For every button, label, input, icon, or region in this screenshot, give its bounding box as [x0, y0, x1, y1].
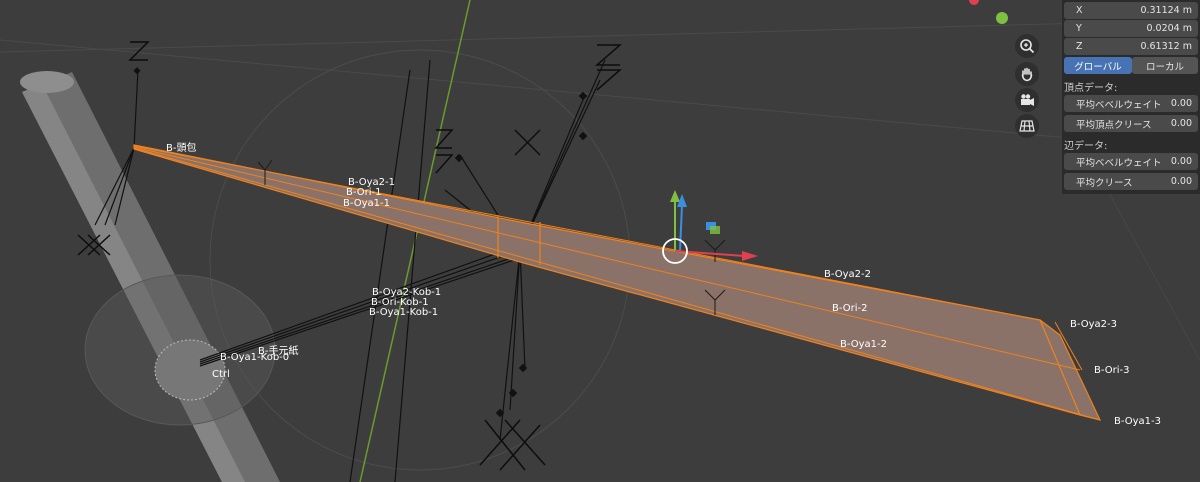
transform-gizmo[interactable] — [662, 190, 758, 264]
edge-crease-label: 平均クリース — [1076, 177, 1133, 189]
bone-label-ori-1: B-Ori-1 — [346, 187, 381, 198]
vertex-crease-field[interactable]: 平均頂点クリース 0.00 — [1064, 115, 1198, 132]
global-space-button[interactable]: グローバル — [1064, 57, 1132, 74]
grid-ortho-icon[interactable] — [1015, 114, 1039, 138]
transform-z-field[interactable]: Z 0.61312 m — [1064, 38, 1198, 55]
zoom-magnifier-icon[interactable] — [1015, 34, 1039, 58]
hand-pan-icon[interactable] — [1015, 62, 1039, 86]
z-value: 0.61312 m — [1140, 41, 1192, 52]
edge-data-heading: 辺データ: — [1064, 141, 1108, 152]
vertex-bevel-weight-label: 平均ベベルウェイト — [1076, 99, 1162, 111]
y-value: 0.0204 m — [1146, 23, 1192, 34]
vertex-crease-label: 平均頂点クリース — [1076, 119, 1152, 131]
vertex-crease-value: 0.00 — [1170, 118, 1192, 129]
edge-crease-value: 0.00 — [1170, 176, 1192, 187]
bone-label-head: B-頭包 — [166, 141, 196, 154]
vertex-bevel-weight-field[interactable]: 平均ベベルウェイト 0.00 — [1064, 95, 1198, 112]
edge-bevel-weight-value: 0.00 — [1170, 156, 1192, 167]
bone-label-ori-2: B-Ori-2 — [832, 303, 867, 314]
x-label: X — [1076, 5, 1083, 16]
bone-label-ori-3: B-Ori-3 — [1094, 365, 1129, 376]
local-space-button[interactable]: ローカル — [1132, 57, 1198, 74]
edge-bevel-weight-label: 平均ベベルウェイト — [1076, 157, 1162, 169]
sidebar-panel: X 0.31124 m Y 0.0204 m Z 0.61312 m グローバル… — [1062, 0, 1200, 194]
bone-label-oya1-2: B-Oya1-2 — [840, 339, 887, 350]
y-label: Y — [1076, 23, 1082, 34]
bone-label-oya1-kob-1: B-Oya1-Kob-1 — [369, 307, 438, 318]
transform-x-field[interactable]: X 0.31124 m — [1064, 2, 1198, 19]
bone-label-oya2-3: B-Oya2-3 — [1070, 319, 1117, 330]
vertex-data-heading: 頂点データ: — [1064, 83, 1118, 94]
camera-icon[interactable] — [1015, 88, 1039, 112]
bone-label-ctrl: Ctrl — [212, 369, 230, 380]
bone-label-hand-paper: B-手元紙 — [258, 344, 298, 357]
vertex-bevel-weight-value: 0.00 — [1170, 98, 1192, 109]
edge-crease-field[interactable]: 平均クリース 0.00 — [1064, 173, 1198, 190]
x-value: 0.31124 m — [1140, 5, 1192, 16]
axis-gizmo-y[interactable] — [996, 12, 1008, 24]
3d-viewport[interactable]: B-頭包 B-Oya2-1 B-Ori-1 B-Oya1-1 B-Oya2-Ko… — [0, 0, 1200, 482]
bone-label-oya1-1: B-Oya1-1 — [343, 198, 390, 209]
z-label: Z — [1076, 41, 1083, 52]
axis-gizmo-x[interactable] — [969, 0, 979, 5]
edge-bevel-weight-field[interactable]: 平均ベベルウェイト 0.00 — [1064, 153, 1198, 170]
bone-label-oya1-3: B-Oya1-3 — [1114, 416, 1161, 427]
bone-label-oya2-2: B-Oya2-2 — [824, 269, 871, 280]
transform-y-field[interactable]: Y 0.0204 m — [1064, 20, 1198, 37]
